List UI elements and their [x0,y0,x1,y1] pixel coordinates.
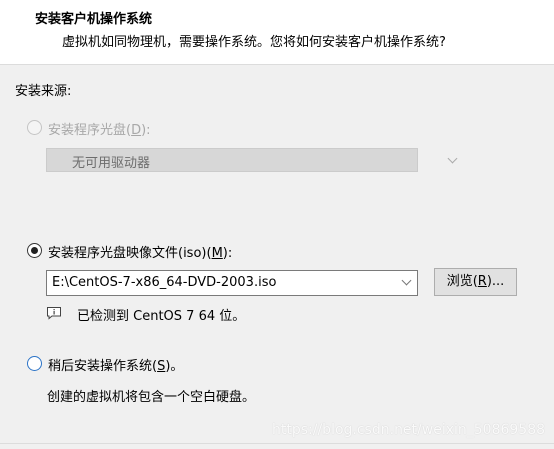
info-message-icon [47,307,61,320]
install-later-description: 创建的虚拟机将包含一个空白硬盘。 [47,390,256,405]
iso-path-value: E:\CentOS-7-x86_64-DVD-2003.iso [52,275,277,290]
install-later-label: 稍后安装操作系统(S)。 [48,359,184,374]
install-source-label: 安装来源: [15,84,72,99]
chevron-down-icon [447,153,458,164]
browse-button[interactable]: 浏览(R)... [434,268,517,296]
header-divider [0,64,554,65]
header-title: 安装客户机操作系统 [35,12,153,27]
install-later-radio[interactable] [27,356,42,371]
footer-divider [0,443,554,444]
disc-drive-select[interactable]: 无可用驱动器 [46,148,458,172]
chevron-down-icon[interactable] [401,275,412,286]
header-subtitle: 虚拟机如同物理机，需要操作系统。您将如何安装客户机操作系统? [62,35,446,50]
detected-os-text: 已检测到 CentOS 7 64 位。 [77,309,246,324]
iso-radio-label: 安装程序光盘映像文件(iso)(M): [48,246,233,261]
iso-path-combobox[interactable]: E:\CentOS-7-x86_64-DVD-2003.iso [46,270,418,296]
disc-drive-value: 无可用驱动器 [72,156,151,171]
wizard-header: 安装客户机操作系统 虚拟机如同物理机，需要操作系统。您将如何安装客户机操作系统? [0,0,554,64]
watermark-text: https://blog.csdn.net/weixin_50869588 [272,422,546,438]
disc-radio-label: 安装程序光盘(D): [48,123,151,138]
iso-radio[interactable] [27,243,42,258]
disc-radio[interactable] [27,120,42,135]
